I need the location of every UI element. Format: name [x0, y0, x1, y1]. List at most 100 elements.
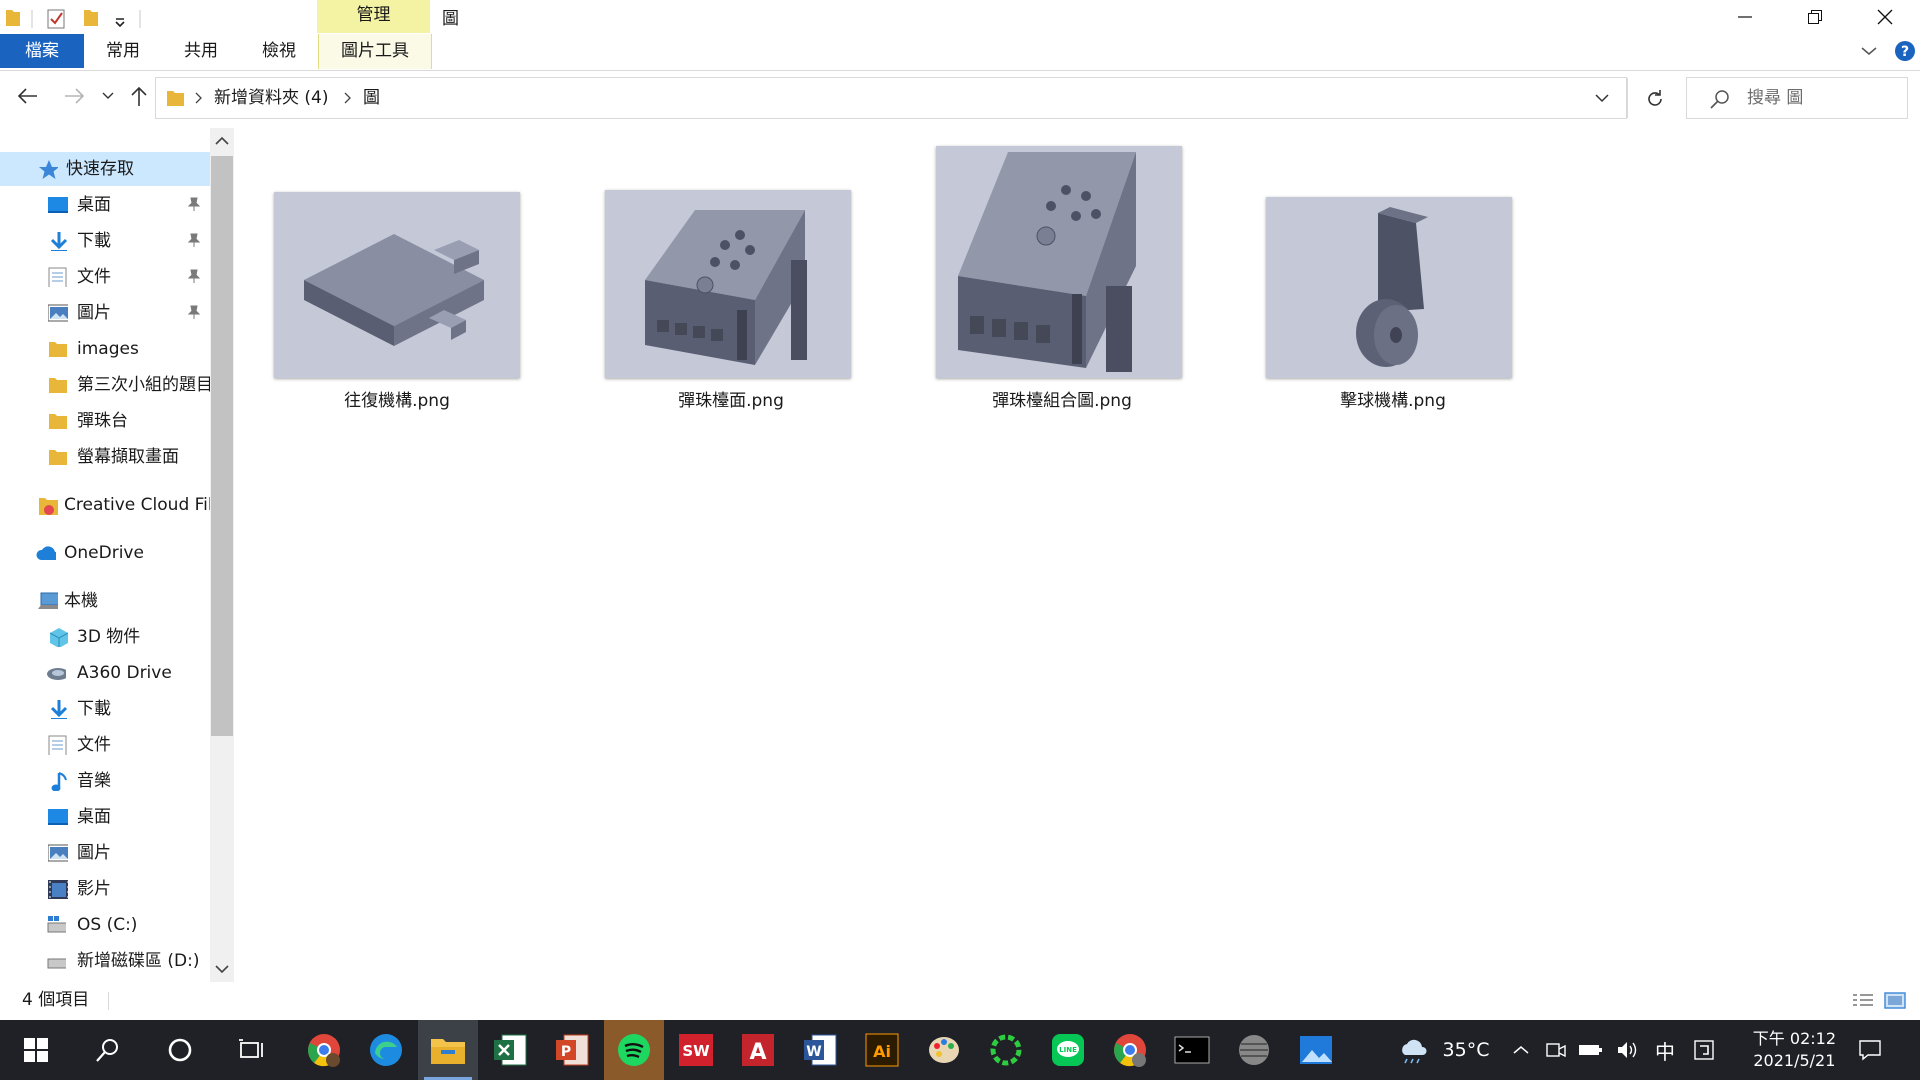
taskbar-excel[interactable]: [480, 1020, 540, 1080]
breadcrumb-parent[interactable]: 新增資料夾 (4): [214, 78, 328, 118]
tray-overflow-button[interactable]: [1508, 1020, 1534, 1080]
expand-ribbon-icon[interactable]: [1860, 44, 1878, 58]
taskbar-photos[interactable]: [1286, 1020, 1346, 1080]
details-view-icon[interactable]: [1852, 992, 1874, 1010]
scroll-down-icon[interactable]: [215, 964, 229, 974]
restore-button[interactable]: [1780, 0, 1850, 34]
large-icons-view-icon[interactable]: [1884, 991, 1906, 1011]
taskbar-terminal[interactable]: [1162, 1020, 1222, 1080]
clock[interactable]: 下午 02:12 2021/5/21: [1753, 1028, 1836, 1072]
desktop-icon: [48, 809, 68, 825]
nav-this-pc[interactable]: 本機: [0, 584, 210, 618]
nav-item-documents-pc[interactable]: 文件: [0, 728, 210, 762]
back-button[interactable]: [10, 79, 46, 113]
file-item[interactable]: [1266, 197, 1526, 378]
tab-picture-tools[interactable]: 圖片工具: [318, 34, 432, 69]
taskbar-solidworks[interactable]: SW: [666, 1020, 726, 1080]
address-bar[interactable]: 新增資料夾 (4) 圖: [155, 77, 1662, 119]
pin-icon[interactable]: [186, 268, 202, 284]
nav-item-drive-d[interactable]: 新增磁碟區 (D:): [0, 944, 210, 978]
nav-item-screenshots[interactable]: 螢幕擷取畫面: [0, 440, 210, 474]
tray-input-mode[interactable]: [1690, 1020, 1718, 1080]
file-name[interactable]: 彈珠檯面.png: [598, 386, 864, 411]
nav-item-music[interactable]: 音樂: [0, 764, 210, 798]
file-item[interactable]: [936, 146, 1196, 378]
file-item[interactable]: [605, 190, 865, 380]
pin-icon[interactable]: [186, 232, 202, 248]
nav-item-pinball[interactable]: 彈珠台: [0, 404, 210, 438]
weather-temp[interactable]: 35°C: [1436, 1020, 1496, 1080]
address-dropdown-icon[interactable]: [1594, 92, 1610, 104]
pictures-icon: [48, 304, 68, 322]
breadcrumb-current[interactable]: 圖: [363, 78, 380, 118]
tab-file[interactable]: 檔案: [0, 34, 84, 68]
tab-home[interactable]: 常用: [84, 34, 162, 68]
taskbar-circular-app[interactable]: [976, 1020, 1036, 1080]
tray-volume[interactable]: [1614, 1020, 1642, 1080]
taskbar-file-explorer[interactable]: [418, 1020, 478, 1080]
notification-center-button[interactable]: [1850, 1020, 1890, 1080]
taskbar-edge[interactable]: [356, 1020, 416, 1080]
folder-icon: [49, 378, 67, 393]
nav-item-a360[interactable]: A360 Drive: [0, 656, 210, 690]
pin-icon[interactable]: [186, 304, 202, 320]
taskbar-autocad[interactable]: A: [728, 1020, 788, 1080]
nav-item-downloads-pc[interactable]: 下載: [0, 692, 210, 726]
nav-item-images[interactable]: images: [0, 332, 210, 366]
nav-onedrive[interactable]: OneDrive: [0, 536, 210, 570]
scrollbar-thumb[interactable]: [211, 156, 233, 736]
nav-item-documents[interactable]: 文件: [0, 260, 210, 294]
tray-meet-now[interactable]: [1542, 1020, 1570, 1080]
striped-sphere-icon: [1239, 1035, 1269, 1065]
nav-item-3d-objects[interactable]: 3D 物件: [0, 620, 210, 654]
nav-quick-access[interactable]: 快速存取: [0, 152, 210, 186]
file-name[interactable]: 往復機構.png: [264, 386, 530, 411]
taskbar-sphere-app[interactable]: [1224, 1020, 1284, 1080]
file-item[interactable]: [274, 192, 534, 378]
help-icon[interactable]: ?: [1894, 40, 1916, 62]
file-name[interactable]: 擊球機構.png: [1260, 386, 1526, 411]
nav-creative-cloud[interactable]: Creative Cloud Files: [0, 488, 210, 522]
nav-item-third-group-topic[interactable]: 第三次小組的題目: [0, 368, 210, 402]
minimize-button[interactable]: [1710, 0, 1780, 34]
ime-indicator[interactable]: 中: [1650, 1020, 1680, 1080]
taskbar-powerpoint[interactable]: P: [542, 1020, 602, 1080]
taskbar-chrome[interactable]: [294, 1020, 354, 1080]
cortana-button[interactable]: [150, 1020, 210, 1080]
nav-item-downloads[interactable]: 下載: [0, 224, 210, 258]
pin-icon[interactable]: [186, 196, 202, 212]
nav-item-videos[interactable]: 影片: [0, 872, 210, 906]
svg-text:Ai: Ai: [873, 1042, 891, 1061]
nav-item-desktop[interactable]: 桌面: [0, 188, 210, 222]
nav-item-pictures-pc[interactable]: 圖片: [0, 836, 210, 870]
start-button[interactable]: [6, 1020, 66, 1080]
taskbar-line[interactable]: LINE: [1038, 1020, 1098, 1080]
nav-item-pictures[interactable]: 圖片: [0, 296, 210, 330]
refresh-icon[interactable]: [1644, 88, 1666, 110]
nav-item-drive-c[interactable]: OS (C:): [0, 908, 210, 942]
taskbar-paint[interactable]: [914, 1020, 974, 1080]
taskbar-chrome-profile[interactable]: [1100, 1020, 1160, 1080]
forward-button[interactable]: [56, 79, 92, 113]
search-button[interactable]: [78, 1020, 138, 1080]
task-view-button[interactable]: [222, 1020, 282, 1080]
drive-c-icon: [47, 916, 66, 933]
nav-label: 3D 物件: [77, 627, 141, 647]
up-button[interactable]: [124, 79, 154, 113]
taskbar-spotify[interactable]: [604, 1020, 664, 1080]
scroll-up-icon[interactable]: [215, 136, 229, 146]
tab-share[interactable]: 共用: [162, 34, 240, 68]
file-name[interactable]: 彈珠檯組合圖.png: [929, 386, 1195, 411]
recent-locations-button[interactable]: [98, 79, 118, 113]
tab-view[interactable]: 檢視: [240, 34, 318, 68]
taskbar-word[interactable]: W: [790, 1020, 850, 1080]
nav-item-desktop-pc[interactable]: 桌面: [0, 800, 210, 834]
quick-access-toolbar[interactable]: [4, 6, 144, 30]
taskbar-illustrator[interactable]: Ai: [852, 1020, 912, 1080]
weather-widget[interactable]: [1384, 1020, 1444, 1080]
context-tab-manage[interactable]: 管理: [317, 0, 430, 33]
taskbar: P SW A W Ai LINE 35°C 中 下午 02:12 2021/5/…: [0, 1020, 1920, 1080]
tray-battery[interactable]: [1576, 1020, 1606, 1080]
search-box[interactable]: 搜尋 圖: [1686, 77, 1908, 119]
close-button[interactable]: [1850, 0, 1920, 34]
